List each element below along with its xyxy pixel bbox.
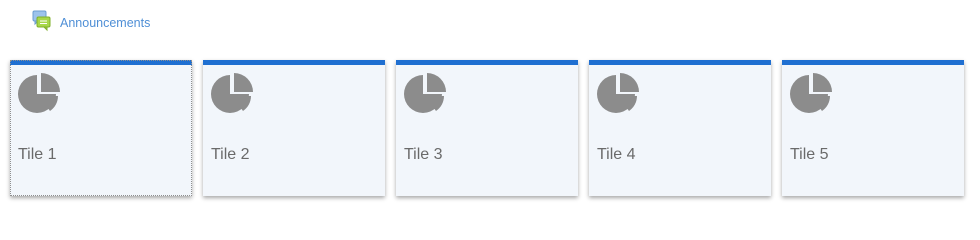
pie-chart-icon (403, 72, 447, 116)
tile-label: Tile 1 (18, 146, 57, 163)
pie-chart-icon (17, 72, 61, 116)
tile-2[interactable]: Tile 2 (203, 60, 385, 196)
tile-1[interactable]: Tile 1 (10, 60, 192, 196)
tile-label: Tile 2 (211, 146, 250, 163)
pie-chart-icon (596, 72, 640, 116)
announcements-link[interactable]: Announcements (32, 10, 150, 32)
tile-label: Tile 4 (597, 146, 636, 163)
tile-5[interactable]: Tile 5 (782, 60, 964, 196)
tile-4[interactable]: Tile 4 (589, 60, 771, 196)
tile-label: Tile 5 (790, 146, 829, 163)
tile-label: Tile 3 (404, 146, 443, 163)
chat-bubbles-icon (32, 10, 52, 32)
tile-3[interactable]: Tile 3 (396, 60, 578, 196)
pie-chart-icon (210, 72, 254, 116)
tile-grid: Tile 1 Tile 2 Tile 3 Tile 4 Tile 5 (10, 60, 970, 200)
pie-chart-icon (789, 72, 833, 116)
announcements-label: Announcements (60, 15, 151, 30)
